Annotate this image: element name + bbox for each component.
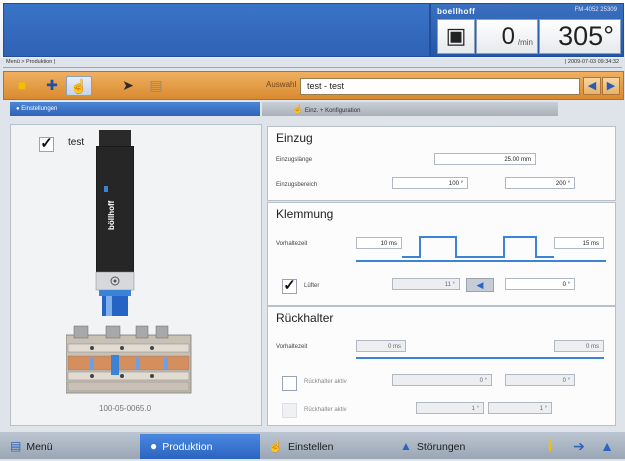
hand-button[interactable]: ☝ bbox=[66, 76, 92, 96]
menu-icon: ▤ bbox=[10, 439, 22, 453]
machine-status-panel: boellhoff FM-4052 25309 ▣ 0 /min 305° bbox=[430, 3, 624, 57]
arrow-left-icon: ◀ bbox=[587, 80, 597, 92]
lift-label: Lüfter bbox=[304, 283, 320, 289]
production-label: Produktion bbox=[162, 441, 213, 453]
settings-label: Einstellen bbox=[287, 441, 334, 453]
toolbar: ■ ✚ ☝ ➤ ▤ Auswahl test - test ◀ ▶ bbox=[3, 71, 624, 100]
login-arrow-icon: ➔ bbox=[573, 438, 585, 454]
tool-checkbox[interactable]: ✓ bbox=[39, 136, 54, 152]
speed-value: 0 bbox=[501, 23, 515, 50]
datetime: | 2009-07-03 09:34:32 bbox=[564, 59, 619, 65]
lift-from-input[interactable]: 11 ° bbox=[392, 278, 460, 290]
next-button[interactable]: ▶ bbox=[602, 77, 620, 95]
machine-icon: ▣ bbox=[445, 23, 467, 48]
rueckhalter-section: Rückhalter Vorhaltezeit 0 ms 0 ms Rückha… bbox=[267, 306, 616, 426]
login-button[interactable]: ➔ bbox=[568, 434, 590, 459]
angle-display: 305° bbox=[539, 19, 621, 54]
einzug-range-from-input[interactable]: 100 ° bbox=[392, 177, 468, 189]
einzug-length-input[interactable]: 25.00 mm bbox=[434, 153, 536, 165]
klemmung-timing-diagram bbox=[356, 236, 606, 262]
rueckhalter-active-label: Rückhalter aktiv bbox=[304, 379, 347, 385]
speed-display: 0 /min bbox=[476, 19, 538, 54]
tool-panel: ✓ test böllhoff 100-05-0065.0 bbox=[10, 124, 262, 426]
eject-icon: ▲ bbox=[600, 438, 614, 454]
lift-checkbox[interactable]: ✓ bbox=[282, 278, 297, 294]
hand-icon: ☝ bbox=[268, 439, 283, 453]
klemmung-title: Klemmung bbox=[276, 207, 334, 221]
info-icon: i bbox=[547, 438, 553, 455]
folder-icon: ■ bbox=[17, 77, 27, 93]
einzug-section: Einzug Einzugslänge 25.00 mm Einzugsbere… bbox=[267, 126, 616, 201]
einzug-range-to-input[interactable]: 200 ° bbox=[505, 177, 575, 189]
speed-unit: /min bbox=[517, 38, 533, 47]
selection-field[interactable]: test - test bbox=[300, 78, 580, 95]
tab-feed-label: Einz. + Konfiguration bbox=[304, 108, 361, 114]
klemmung-section: Klemmung Vorhaltezeit 10 ms 15 ms ✓ Lüft… bbox=[267, 202, 616, 306]
drop-button[interactable]: ➤ bbox=[116, 76, 140, 94]
info-button[interactable]: i bbox=[540, 434, 560, 459]
breadcrumb-bar: Menü > Produktion | | 2009-07-03 09:34:3… bbox=[3, 59, 622, 68]
tool-code: 100-05-0065.0 bbox=[99, 404, 152, 413]
rueckhalter-lead-start-input[interactable]: 0 ms bbox=[356, 340, 406, 352]
production-button[interactable]: ● Produktion bbox=[140, 434, 260, 459]
folder-button[interactable]: ■ bbox=[10, 76, 34, 94]
rueckhalter-active2-from-input[interactable]: 1 ° bbox=[416, 402, 484, 414]
drop-icon: ➤ bbox=[122, 77, 134, 93]
lift-link-button[interactable]: ◀ bbox=[466, 278, 494, 292]
klemmung-lead-label: Vorhaltezeit bbox=[276, 241, 308, 247]
eject-button[interactable]: ▲ bbox=[596, 434, 618, 459]
document-icon: ▤ bbox=[149, 77, 163, 93]
angle-value: 305° bbox=[558, 21, 614, 51]
einzug-length-label: Einzugslänge bbox=[276, 157, 313, 163]
header-title-area bbox=[3, 3, 430, 57]
rueckhalter-lead-label: Vorhaltezeit bbox=[276, 344, 308, 350]
rueckhalter-active2-checkbox[interactable] bbox=[282, 403, 297, 418]
document-button[interactable]: ▤ bbox=[144, 76, 168, 94]
warning-icon: ▲ bbox=[400, 439, 412, 453]
rueckhalter-active-checkbox[interactable] bbox=[282, 376, 297, 391]
hand-icon: ☝ bbox=[292, 104, 304, 114]
tab-settings-label: Einstellungen bbox=[21, 106, 58, 112]
machine-id: FM-4052 25309 bbox=[574, 7, 617, 13]
settings-button[interactable]: ☝ Einstellen bbox=[268, 434, 388, 459]
selection-label: Auswahl bbox=[266, 80, 297, 89]
tool-brand: böllhoff bbox=[107, 200, 116, 230]
faults-label: Störungen bbox=[416, 441, 466, 453]
menu-label: Menü bbox=[26, 441, 53, 453]
tab-feed[interactable]: ☝ Einz. + Konfiguration bbox=[262, 102, 558, 116]
rueckhalter-timing-line bbox=[356, 357, 604, 359]
selection-value: test - test bbox=[307, 81, 345, 91]
rueckhalter-active2-label: Rückhalter aktiv bbox=[304, 407, 347, 413]
link-icon: ◀ bbox=[476, 280, 484, 290]
faults-button[interactable]: ▲ Störungen bbox=[400, 434, 520, 459]
tab-settings-icon: ● bbox=[16, 106, 20, 112]
breadcrumb[interactable]: Menü > Produktion | bbox=[6, 59, 55, 65]
prev-button[interactable]: ◀ bbox=[583, 77, 601, 95]
wrench-icon: ✚ bbox=[46, 77, 58, 93]
einzug-range-label: Einzugsbereich bbox=[276, 182, 318, 188]
production-icon: ● bbox=[150, 439, 158, 453]
tab-settings[interactable]: ● Einstellungen bbox=[10, 102, 260, 116]
einzug-title: Einzug bbox=[276, 131, 313, 145]
rueckhalter-active2-to-input[interactable]: 1 ° bbox=[488, 402, 552, 414]
machine-state-button[interactable]: ▣ bbox=[437, 19, 475, 54]
header-bar: boellhoff FM-4052 25309 ▣ 0 /min 305° bbox=[0, 0, 625, 58]
rueckhalter-lead-end-input[interactable]: 0 ms bbox=[554, 340, 604, 352]
hand-icon: ☝ bbox=[70, 78, 88, 94]
brand-logo: boellhoff bbox=[437, 7, 476, 16]
rueckhalter-active-to-input[interactable]: 0 ° bbox=[505, 374, 575, 386]
lift-to-input[interactable]: 0 ° bbox=[505, 278, 575, 290]
menu-button[interactable]: ▤ Menü bbox=[10, 434, 135, 459]
wrench-button[interactable]: ✚ bbox=[40, 76, 64, 94]
rueckhalter-active-from-input[interactable]: 0 ° bbox=[392, 374, 492, 386]
tool-image: böllhoff bbox=[66, 130, 192, 394]
rueckhalter-title: Rückhalter bbox=[276, 311, 334, 325]
arrow-right-icon: ▶ bbox=[606, 80, 616, 92]
status-bar: ▤ Menü ● Produktion ☝ Einstellen ▲ Störungen… bbox=[0, 432, 625, 459]
